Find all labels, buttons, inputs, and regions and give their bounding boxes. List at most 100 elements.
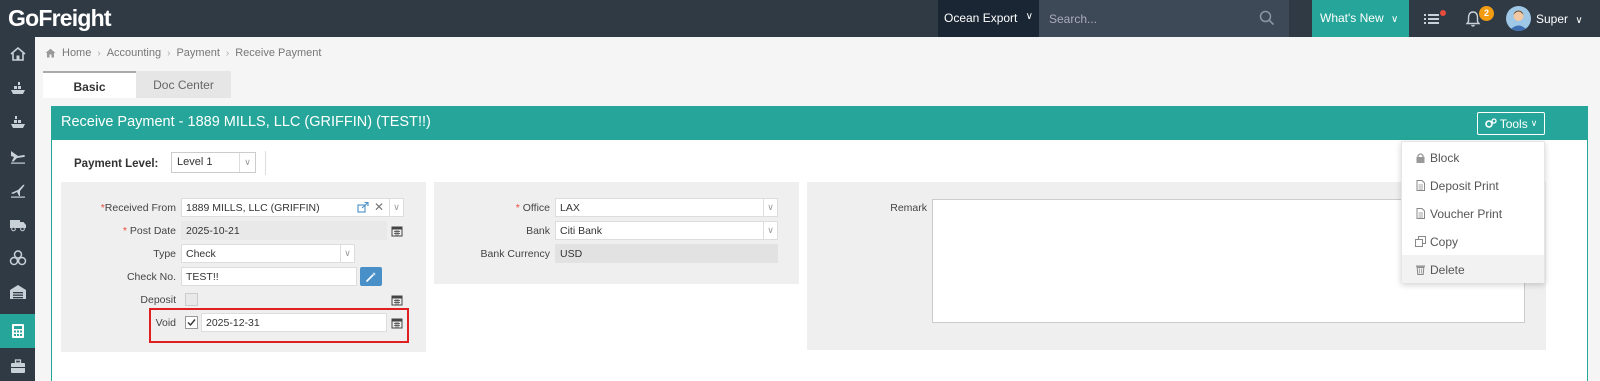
bank-currency-label: Bank Currency (480, 248, 550, 260)
sidebar-item-ocean-import[interactable] (0, 71, 35, 105)
sidebar-item-air-export[interactable] (0, 173, 35, 207)
app-logo[interactable]: GoFreight (8, 5, 111, 32)
office-bank-section: * Office LAX ∨ Bank Citi Bank ∨ Bank Cur… (434, 182, 799, 284)
sidebar-item-air-import[interactable] (0, 139, 35, 173)
sidebar-item-misc[interactable] (0, 241, 35, 275)
whats-new-button[interactable]: What's New ∨ (1312, 0, 1409, 37)
payment-level-label: Payment Level: (74, 158, 159, 170)
menu-item-label: Delete (1430, 263, 1465, 277)
breadcrumb-accounting[interactable]: Accounting (107, 47, 161, 59)
magic-wand-icon (365, 271, 376, 282)
sidebar-item-briefcase[interactable] (0, 349, 35, 381)
menu-item-label: Copy (1430, 235, 1459, 249)
chevron-down-icon[interactable]: ∨ (389, 199, 403, 216)
user-name: Super (1536, 12, 1569, 26)
check-no-label: Check No. (126, 271, 176, 283)
document-icon (1416, 208, 1425, 219)
truck-icon (9, 220, 26, 232)
bank-value: Citi Bank (560, 225, 603, 237)
chevron-down-icon: ∨ (1575, 15, 1583, 26)
breadcrumb-current: Receive Payment (235, 47, 322, 59)
air-import-icon (10, 151, 25, 164)
post-date-field[interactable]: 2025-10-21 (181, 221, 387, 240)
search-input[interactable] (1039, 0, 1289, 37)
panel-header: Receive Payment - 1889 MILLS, LLC (GRIFF… (52, 106, 1587, 140)
copy-icon (1415, 236, 1426, 247)
chevron-right-icon: › (167, 47, 171, 59)
type-label: Type (153, 248, 176, 260)
menu-item-voucher-print[interactable]: Voucher Print (1402, 199, 1544, 227)
menu-item-block[interactable]: Block (1402, 143, 1544, 171)
tools-dropdown-menu: Block Deposit Print Voucher Print Copy D… (1401, 141, 1545, 283)
deposit-checkbox[interactable] (185, 293, 198, 306)
ocean-export-icon (10, 116, 25, 128)
lock-icon (1416, 153, 1425, 163)
received-from-field[interactable]: 1889 MILLS, LLC (GRIFFIN) ✕ ∨ (181, 198, 404, 217)
home-icon (45, 48, 56, 58)
clear-icon[interactable]: ✕ (374, 200, 384, 214)
chevron-right-icon: › (225, 47, 230, 59)
avatar[interactable] (1506, 6, 1531, 31)
deposit-label: Deposit (140, 294, 176, 306)
office-value: LAX (560, 202, 580, 214)
remark-label: Remark (890, 202, 927, 214)
payment-level-value: Level 1 (177, 156, 213, 168)
calendar-icon[interactable] (391, 225, 403, 237)
chevron-down-icon: ∨ (340, 245, 354, 262)
tools-label: Tools (1499, 116, 1528, 131)
payment-level-select[interactable]: Level 1 ∨ (171, 152, 256, 173)
gears-icon (1484, 118, 1497, 128)
mode-selector[interactable]: Ocean Export ∨ (938, 0, 1039, 37)
document-icon (1416, 180, 1425, 191)
sidebar-item-ocean-export[interactable] (0, 105, 35, 139)
mode-label: Ocean Export (944, 11, 1018, 25)
calendar-icon[interactable] (391, 294, 403, 306)
open-external-icon[interactable] (357, 202, 369, 213)
chevron-down-icon: ∨ (1025, 11, 1033, 22)
menu-item-label: Block (1430, 151, 1460, 165)
whats-new-label: What's New (1320, 11, 1384, 25)
chevron-down-icon: ∨ (1530, 118, 1538, 128)
misc-icon (9, 250, 26, 266)
sidebar-item-warehouse[interactable] (0, 275, 35, 309)
air-export-icon (10, 184, 25, 198)
check-no-input[interactable]: TEST!! (181, 267, 357, 286)
tab-basic[interactable]: Basic (43, 71, 136, 98)
breadcrumb-payment[interactable]: Payment (176, 47, 219, 59)
top-navbar: GoFreight Ocean Export ∨ What's New ∨ 2 … (0, 0, 1600, 37)
divider (265, 151, 266, 175)
received-from-value: 1889 MILLS, LLC (GRIFFIN) (186, 202, 320, 214)
void-highlight-box (149, 308, 409, 343)
tools-button[interactable]: Tools ∨ (1477, 112, 1545, 135)
chevron-down-icon: ∨ (763, 222, 777, 239)
trash-icon (1416, 265, 1425, 275)
chevron-down-icon: ∨ (1390, 14, 1399, 25)
chevron-right-icon: › (97, 47, 101, 59)
menu-item-copy[interactable]: Copy (1402, 227, 1544, 255)
warehouse-icon (9, 285, 26, 299)
tab-doc-center[interactable]: Doc Center (136, 71, 231, 98)
post-date-label: * Post Date (122, 225, 176, 237)
global-search[interactable] (1039, 0, 1289, 37)
menu-item-delete[interactable]: Delete (1402, 255, 1544, 283)
briefcase-icon (10, 359, 25, 373)
office-select[interactable]: LAX ∨ (555, 198, 778, 217)
sidebar-item-truck[interactable] (0, 207, 35, 241)
type-select[interactable]: Check ∨ (181, 244, 355, 263)
sidebar-item-home[interactable] (0, 37, 35, 71)
task-list-icon[interactable] (1422, 9, 1442, 29)
breadcrumb-home[interactable]: Home (62, 47, 91, 59)
chevron-down-icon: ∨ (763, 199, 777, 216)
bank-currency-value: USD (555, 244, 778, 263)
received-from-label: *Received From (100, 202, 176, 214)
user-menu[interactable]: Super ∨ (1536, 12, 1583, 26)
generate-check-no-button[interactable] (360, 267, 382, 286)
sidebar-item-accounting[interactable] (0, 314, 35, 348)
type-value: Check (186, 248, 216, 260)
search-icon[interactable] (1259, 10, 1275, 26)
page-title: Receive Payment - 1889 MILLS, LLC (GRIFF… (61, 114, 431, 130)
office-label: * Office (515, 202, 550, 214)
bank-select[interactable]: Citi Bank ∨ (555, 221, 778, 240)
menu-item-deposit-print[interactable]: Deposit Print (1402, 171, 1544, 199)
menu-item-label: Deposit Print (1430, 179, 1499, 193)
